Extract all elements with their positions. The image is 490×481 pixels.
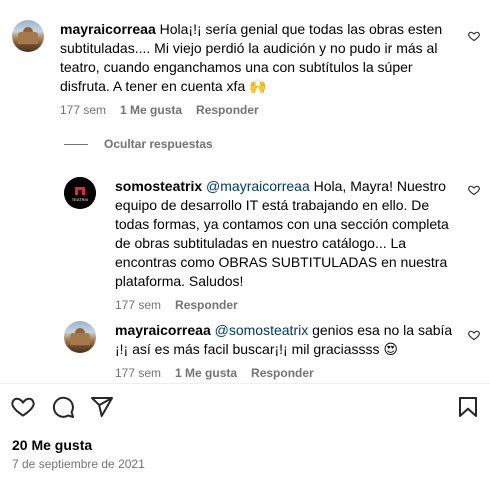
reply-time[interactable]: 177 sem <box>115 366 161 380</box>
reply-text: somosteatrix @mayraicorreaa Hola, Mayra!… <box>115 177 457 291</box>
avatar[interactable] <box>64 321 96 353</box>
reply-text: mayraicorreaa @somosteatrix genios esa n… <box>115 321 457 359</box>
comment-icon[interactable] <box>51 395 75 419</box>
reply-button[interactable]: Responder <box>251 366 314 380</box>
share-icon[interactable] <box>90 395 114 419</box>
avatar[interactable] <box>12 20 44 52</box>
teatrix-logo-icon: TEATRIX <box>64 177 96 209</box>
comment-username[interactable]: mayraicorreaa <box>60 21 156 37</box>
reply-button[interactable]: Responder <box>175 298 238 312</box>
comment-time[interactable]: 177 sem <box>60 103 106 117</box>
heart-icon[interactable] <box>468 30 480 42</box>
reply: mayraicorreaa @somosteatrix genios esa n… <box>64 321 460 380</box>
post-likes-count[interactable]: 20 Me gusta <box>12 437 92 453</box>
heart-icon[interactable] <box>468 184 480 196</box>
reply: TEATRIX somosteatrix @mayraicorreaa Hola… <box>64 177 460 312</box>
heart-icon[interactable] <box>468 329 480 341</box>
reply-button[interactable]: Responder <box>196 103 259 117</box>
divider <box>0 383 490 384</box>
reply-meta: 177 sem 1 Me gusta Responder <box>115 366 457 380</box>
reply-content: Hola, Mayra! Nuestro equipo de desarroll… <box>115 178 449 289</box>
reply-time[interactable]: 177 sem <box>115 298 161 312</box>
comment-likes[interactable]: 1 Me gusta <box>120 103 182 117</box>
avatar[interactable]: TEATRIX <box>64 177 96 209</box>
hide-replies-button[interactable]: Ocultar respuestas <box>64 137 213 151</box>
reply-meta: 177 sem Responder <box>115 298 457 312</box>
mention-link[interactable]: @somosteatrix <box>215 322 309 338</box>
comment-meta: 177 sem 1 Me gusta Responder <box>60 103 455 117</box>
reply-likes[interactable]: 1 Me gusta <box>175 366 237 380</box>
post-date[interactable]: 7 de septiembre de 2021 <box>12 457 145 471</box>
comment: mayraicorreaa Hola¡!¡ sería genial que t… <box>12 20 460 117</box>
svg-text:TEATRIX: TEATRIX <box>72 197 89 202</box>
heart-icon[interactable] <box>11 395 35 419</box>
hide-replies-label: Ocultar respuestas <box>104 137 213 151</box>
mention-link[interactable]: @mayraicorreaa <box>206 178 310 194</box>
comment-text: mayraicorreaa Hola¡!¡ sería genial que t… <box>60 20 455 96</box>
bookmark-icon[interactable] <box>456 395 480 419</box>
reply-username[interactable]: somosteatrix <box>115 178 202 194</box>
reply-username[interactable]: mayraicorreaa <box>115 322 211 338</box>
